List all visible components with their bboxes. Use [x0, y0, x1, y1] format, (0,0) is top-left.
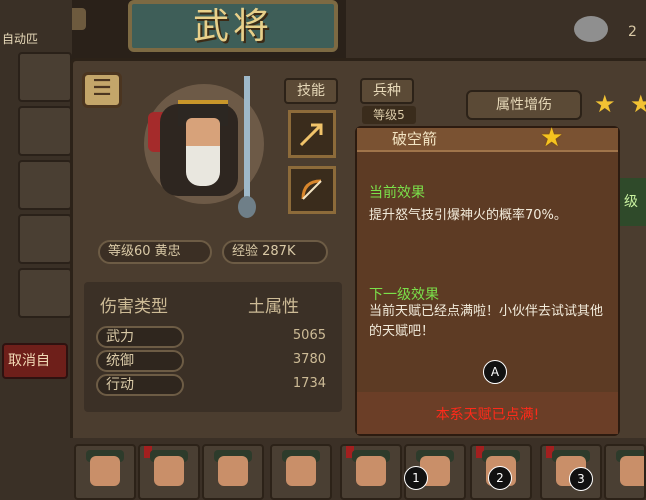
talent-tooltip — [355, 126, 620, 436]
silver-coin-icon — [574, 16, 608, 42]
left-hero-thumb[interactable] — [18, 214, 72, 264]
damage-type-label: 伤害类型 — [100, 297, 168, 317]
marker-1: 1 — [404, 466, 428, 490]
star-icon: ★ — [594, 90, 616, 118]
marker-2: 2 — [488, 466, 512, 490]
skill-slot-arrow[interactable] — [288, 110, 336, 158]
arrow-burst-icon — [299, 123, 323, 147]
tooltip-title: 破空箭 — [392, 130, 438, 148]
hero-exp: 经验 287K — [222, 240, 328, 264]
roster-hero-card[interactable] — [138, 444, 200, 500]
next-effect-text: 当前天赋已经点满啦！小伙伴去试试其他的天赋吧！ — [369, 304, 604, 339]
tab-troops[interactable]: 兵种 — [360, 78, 414, 104]
left-hero-thumb[interactable] — [18, 160, 72, 210]
stat-value-action: 1734 — [292, 376, 326, 391]
stat-label-action: 行动 — [96, 374, 184, 396]
stat-value-command: 3780 — [292, 352, 326, 367]
cancel-button[interactable]: 取消自 — [2, 343, 68, 379]
spear-icon — [244, 76, 250, 212]
attribute-damage-button[interactable]: 属性增伤 — [466, 90, 582, 120]
talent-maxed-note: 本系天赋已点满! — [435, 407, 540, 423]
star-icon: ★ — [630, 90, 646, 118]
roster-hero-card[interactable] — [202, 444, 264, 500]
next-effect-label: 下一级效果 — [369, 287, 439, 303]
stat-label-command: 统御 — [96, 350, 184, 372]
roster-hero-card[interactable] — [604, 444, 646, 500]
roster-hero-card[interactable] — [74, 444, 136, 500]
marker-a: A — [483, 360, 507, 384]
auto-match-label: 自动匹 — [2, 32, 39, 46]
page-title: 武将 — [192, 6, 273, 47]
roster-hero-card[interactable] — [340, 444, 402, 500]
hero-beard — [186, 146, 220, 186]
marker-3: 3 — [569, 467, 593, 491]
hero-level-name: 等级60 黄忠 — [98, 240, 212, 264]
roster-hero-card[interactable] — [270, 444, 332, 500]
damage-type-value: 土属性 — [248, 297, 299, 317]
current-effect-label: 当前效果 — [369, 185, 425, 201]
level-badge: 级 — [616, 178, 646, 226]
menu-list-icon[interactable]: ☰ — [82, 72, 122, 108]
coin-count: 2 — [628, 24, 637, 40]
left-hero-thumb[interactable] — [18, 106, 72, 156]
stat-label-force: 武力 — [96, 326, 184, 348]
skill-level-label: 等级5 — [362, 106, 416, 124]
left-hero-thumb[interactable] — [18, 268, 72, 318]
skill-slot-bow[interactable] — [288, 166, 336, 214]
current-effect-text: 提升怒气技引爆神火的概率70%。 — [369, 208, 567, 223]
star-icon: ★ — [540, 123, 564, 153]
bow-icon — [301, 179, 322, 200]
spear-tip — [238, 196, 256, 218]
left-hero-thumb[interactable] — [18, 52, 72, 102]
tab-skills[interactable]: 技能 — [284, 78, 338, 104]
stat-value-force: 5065 — [292, 328, 326, 343]
